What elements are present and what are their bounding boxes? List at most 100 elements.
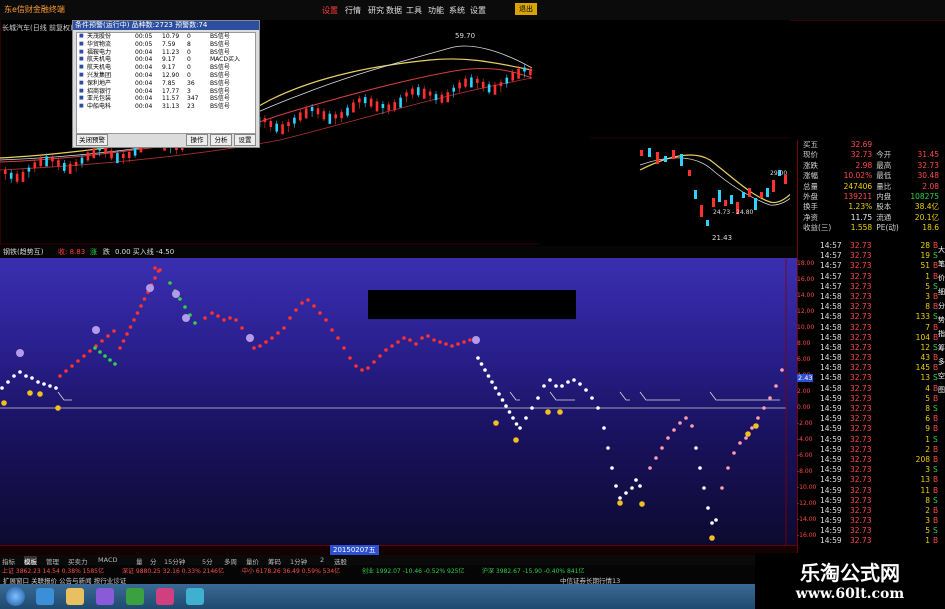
indicator-tab[interactable]: MACD	[98, 556, 117, 564]
quote-row: 涨跌 2.98 最高 32.73	[801, 161, 941, 171]
alert-row[interactable]: ■ 天茂股份 00:05 10.79 0 BS信号	[77, 33, 255, 41]
quote-label: 涨幅	[803, 171, 818, 181]
indicator-dot	[12, 374, 16, 378]
indicator-dot	[222, 318, 226, 322]
side-tabs[interactable]: 大笔价细分势指筹多空图	[938, 245, 945, 399]
alert-row[interactable]: ■ 保利地产 00:04 7.85 36 BS信号	[77, 80, 255, 88]
tick-time: 14:58	[820, 363, 842, 373]
tick-row: 14:59 32.73 2 B	[820, 506, 938, 516]
operate-button[interactable]: 操作	[186, 134, 208, 146]
side-tab[interactable]: 分	[938, 301, 945, 315]
tick-price: 32.73	[850, 536, 872, 546]
tick-row: 14:58 32.73 8 B	[820, 302, 938, 312]
quote-label: PE(动)	[876, 223, 899, 233]
indicator-tab[interactable]: 2	[320, 556, 324, 564]
tick-price: 32.73	[850, 404, 872, 413]
tick-volume: 12	[920, 342, 930, 352]
alert-list[interactable]: ■ 天茂股份 00:05 10.79 0 BS信号 ■ 华贸物流 00:05 7.59 8 BS信号 ■…	[76, 32, 256, 134]
side-tab[interactable]: 价	[938, 273, 945, 287]
tick-row: 14:59 32.73 1 B	[820, 536, 938, 546]
alert-popup[interactable]: 条件预警(运行中) 品种数:2723 预警数:74 ■ 天茂股份 00:05 10.7…	[72, 20, 260, 148]
indicator-dot	[483, 368, 487, 372]
candle	[742, 192, 745, 198]
tick-price: 32.73	[850, 505, 872, 515]
quote-value: 2.98	[855, 160, 873, 170]
start-button-icon[interactable]	[6, 587, 25, 606]
tick-time: 14:57	[820, 241, 842, 250]
side-tab[interactable]: 势	[938, 315, 945, 329]
tick-volume: 208	[915, 454, 930, 464]
tick-list[interactable]: 14:57 32.73 28 B 14:57 32.73 19 S 14:57 32.73 51 B 1…	[820, 241, 938, 547]
close-alert-button[interactable]: 关闭预警	[76, 134, 108, 146]
alert-row[interactable]: ■ 亚光包装 00:04 11.57 347 BS信号	[77, 95, 255, 103]
app-icon[interactable]	[186, 588, 204, 605]
side-tab[interactable]: 指	[938, 329, 945, 343]
alert-row[interactable]: ■ 中船电科 00:04 31.13 23 BS信号	[77, 103, 255, 111]
app-icon[interactable]	[126, 588, 144, 605]
menu-item-tools[interactable]: 工具	[406, 5, 422, 16]
side-tab[interactable]: 空	[938, 371, 945, 385]
indicator-dot	[342, 346, 346, 350]
quote-label: 量比	[876, 181, 892, 191]
indicator-dot	[324, 318, 328, 322]
app-icon[interactable]	[156, 588, 174, 605]
indicator-dot	[0, 386, 4, 390]
menu-item-data[interactable]: 数据	[386, 5, 402, 16]
indicator-dot	[572, 378, 576, 382]
alert-v2: 3	[187, 87, 191, 95]
tick-volume: 4	[925, 383, 930, 393]
menu-item-quotes[interactable]: 行情	[345, 5, 361, 16]
indicator-dot	[462, 340, 466, 344]
y-axis-label: -2.00	[797, 420, 813, 427]
ie-icon[interactable]	[36, 588, 54, 605]
tick-volume: 43	[920, 353, 930, 363]
indicator-dot	[762, 406, 766, 410]
menu-item-functions[interactable]: 功能	[428, 5, 444, 16]
alert-name: 天茂股份	[87, 33, 112, 40]
candle	[672, 150, 675, 159]
menu-item-research[interactable]: 研究	[368, 5, 384, 16]
menu-item-system[interactable]: 系统	[449, 5, 465, 16]
tick-volume: 2	[925, 444, 930, 454]
alert-v2: 8	[187, 40, 191, 48]
alert-row[interactable]: ■ 兴发集团 00:04 12.90 0 BS信号	[77, 72, 255, 80]
media-player-icon[interactable]	[96, 588, 114, 605]
alert-v2: 0	[187, 56, 191, 64]
menu-item-home[interactable]: 设置	[322, 5, 338, 16]
indicator-dot	[258, 344, 262, 348]
tick-time: 14:59	[820, 414, 842, 424]
tick-price: 32.73	[850, 393, 872, 403]
analyze-button[interactable]: 分析	[210, 134, 232, 146]
indicator-tab-bar[interactable]: 指标 模板 管理 买卖力 MACD 量分 15分钟 5分 多周 量价 筹码 1分钟 2 选股	[0, 555, 797, 566]
indicator-dot	[270, 336, 274, 340]
side-tab[interactable]: 笔	[938, 259, 945, 273]
indicator-dot	[438, 340, 442, 344]
tick-price: 32.73	[850, 444, 872, 454]
settings-button[interactable]: 设置	[234, 134, 256, 146]
side-tab[interactable]: 大	[938, 245, 945, 259]
indicator-dot	[634, 478, 638, 482]
side-tab[interactable]: 细	[938, 287, 945, 301]
side-tab[interactable]: 多	[938, 357, 945, 371]
tick-row: 14:58 32.73 7 B	[820, 323, 938, 333]
quote-value: 2.08	[922, 181, 939, 191]
menu-item-settings[interactable]: 设置	[470, 5, 486, 16]
indicator-dot	[624, 491, 628, 495]
quote-row: 外盘 139211 内盘 108275	[801, 192, 941, 202]
side-tab[interactable]: 图	[938, 385, 945, 399]
alert-v2: 0	[187, 64, 191, 72]
indicator-dot	[738, 441, 742, 445]
exit-button[interactable]: 退出	[515, 3, 537, 15]
side-tab[interactable]: 筹	[938, 343, 945, 357]
indicator-dot	[606, 446, 610, 450]
candle	[718, 190, 721, 202]
alert-v1: 9.17	[162, 64, 176, 72]
alert-row[interactable]: ■ 华贸物流 00:05 7.59 8 BS信号	[77, 41, 255, 49]
tick-side-icon: B	[933, 444, 939, 454]
alert-time: 00:04	[135, 48, 153, 56]
alert-row[interactable]: ■ 航天机电 00:04 9.17 0 BS信号	[77, 64, 255, 72]
folder-icon[interactable]	[66, 588, 84, 605]
alert-time: 00:04	[135, 79, 153, 87]
quote-row: 现价 32.73 今开 31.45	[801, 150, 941, 160]
alert-v1: 9.17	[162, 56, 176, 64]
